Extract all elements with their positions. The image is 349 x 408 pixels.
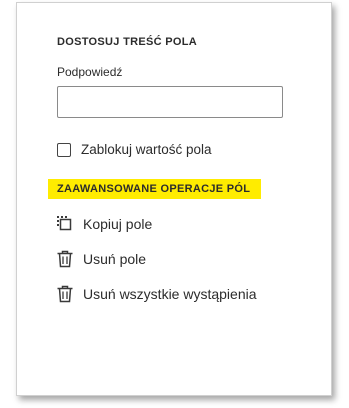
copy-field-action[interactable]: Kopiuj pole — [55, 214, 152, 234]
delete-field-label: Usuń pole — [83, 251, 147, 267]
copy-icon — [55, 214, 75, 234]
hint-input[interactable] — [57, 86, 283, 118]
lock-value-checkbox-row[interactable]: Zablokuj wartość pola — [57, 142, 212, 157]
delete-all-occurrences-label: Usuń wszystkie wystąpienia — [83, 286, 257, 302]
trash-icon — [55, 249, 75, 269]
trash-icon — [55, 284, 75, 304]
delete-field-action[interactable]: Usuń pole — [55, 249, 146, 269]
copy-field-label: Kopiuj pole — [83, 216, 153, 232]
delete-all-occurrences-action[interactable]: Usuń wszystkie wystąpienia — [55, 284, 257, 304]
lock-value-label: Zablokuj wartość pola — [81, 142, 212, 157]
section-title: DOSTOSUJ TREŚĆ POLA — [57, 36, 197, 48]
lock-value-checkbox[interactable] — [57, 142, 71, 157]
field-properties-panel: DOSTOSUJ TREŚĆ POLA Podpowiedź Zablokuj … — [16, 2, 332, 396]
hint-label: Podpowiedź — [57, 65, 123, 79]
advanced-operations-title: ZAAWANSOWANE OPERACJE PÓL — [48, 179, 262, 199]
